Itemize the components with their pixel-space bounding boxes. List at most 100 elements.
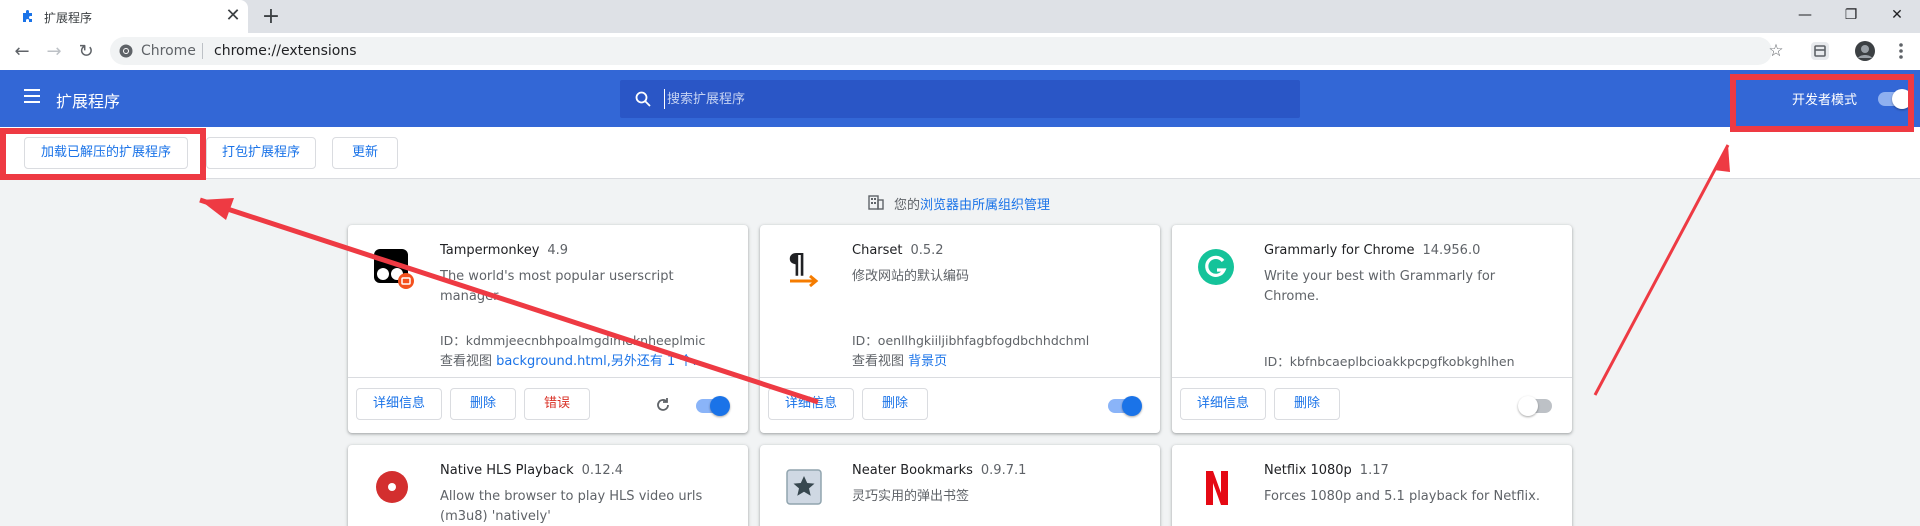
managed-prefix: 您的 [894,198,921,213]
building-icon [868,195,884,210]
search-input[interactable] [664,89,1264,109]
extension-name-text: Grammarly for Chrome [1264,243,1415,258]
extension-name: Grammarly for Chrome 14.956.0 [1264,243,1480,258]
address-bar[interactable]: Chrome chrome://extensions [110,37,1772,65]
extension-card-native-hls: Native HLS Playback 0.12.4 Allow the brow… [348,445,748,526]
more-menu-icon[interactable] [1890,40,1912,62]
search-box[interactable] [620,80,1300,118]
managed-link[interactable]: 浏览器由所属组织管理 [920,198,1050,213]
omnibox-divider [202,43,203,59]
enable-toggle[interactable] [696,396,730,416]
new-tab-button[interactable]: + [259,5,283,29]
inspect-views-link[interactable]: background.html,另外还有 1 个... [496,354,705,369]
puzzle-piece-icon [23,10,32,22]
tab-search-icon[interactable] [1809,40,1831,62]
developer-toolbar: 加载已解压的扩展程序 打包扩展程序 更新 [0,127,1920,179]
minimize-button[interactable]: — [1782,0,1828,30]
enable-toggle[interactable] [1108,396,1142,416]
extension-version: 4.9 [547,243,569,258]
card-footer: 详细信息 删除 [760,377,1160,433]
extension-version: 0.9.7.1 [980,463,1027,478]
bookmark-star-icon [786,469,822,505]
extension-name: Native HLS Playback 0.12.4 [440,463,623,478]
browser-toolbar: ← → ↻ Chrome chrome://extensions ☆ [0,33,1920,70]
tab-strip: 扩展程序 ✕ + — ❐ ✕ [0,0,1920,33]
omnibox-site-label: Chrome [141,43,196,59]
annotation-arrow-line-right [1593,144,1730,396]
page-title: 扩展程序 [56,92,121,111]
extension-id: ID：oenllhgkiiljibhfagbfogdbchhdchml [852,333,1090,348]
extension-version: 0.12.4 [581,463,623,478]
tab-extensions[interactable]: 扩展程序 ✕ [0,0,248,33]
extension-card-grammarly: Grammarly for Chrome 14.956.0 Write your … [1172,225,1572,433]
reload-button[interactable]: ↻ [74,40,98,64]
details-button[interactable]: 详细信息 [768,388,854,420]
tab-close-icon[interactable]: ✕ [224,7,242,25]
tab-title: 扩展程序 [44,11,93,25]
avatar[interactable] [1854,40,1876,62]
extension-card-tampermonkey: Tampermonkey 4.9 The world's most popular… [348,225,748,433]
developer-mode-label: 开发者模式 [1792,93,1858,108]
details-button[interactable]: 详细信息 [1180,388,1266,420]
extension-version: 0.5.2 [910,243,944,258]
extension-name: Netflix 1080p 1.17 [1264,463,1389,478]
developer-mode-toggle[interactable] [1878,89,1912,109]
enable-toggle[interactable] [1518,396,1552,416]
extensions-header: 扩展程序 开发者模式 [0,70,1920,127]
remove-button[interactable]: 删除 [450,388,516,420]
back-button[interactable]: ← [10,40,34,64]
extension-id: ID：kbfnbcaeplbcioakkpcpgfkobkghlhen [1264,354,1515,369]
managed-text: 您的浏览器由所属组织管理 [894,194,1050,213]
extension-version: 1.17 [1359,463,1389,478]
bookmark-star-icon[interactable]: ☆ [1767,42,1785,60]
extension-description: 修改网站的默认编码 [852,269,970,284]
forward-button[interactable]: → [42,40,66,64]
extension-name: Charset 0.5.2 [852,243,944,258]
inspect-views-label: 查看视图 [852,354,909,369]
extension-description: 灵巧实用的弹出书签 [852,489,970,504]
remove-button[interactable]: 删除 [1274,388,1340,420]
extension-name-text: Charset [852,243,903,258]
charset-pilcrow-icon: ¶ [788,247,819,288]
extension-card-neater-bookmarks: Neater Bookmarks 0.9.7.1 灵巧实用的弹出书签 [760,445,1160,526]
extension-name: Neater Bookmarks 0.9.7.1 [852,463,1026,478]
errors-button[interactable]: 错误 [524,388,590,420]
tampermonkey-icon [374,249,414,289]
grammarly-icon [1198,249,1234,285]
extension-id: ID：kdmmjeecnbhpoalmgdimeknheeplmic [440,333,706,348]
chrome-icon [119,44,133,58]
extension-description: Allow the browser to play HLS video urls… [440,489,703,524]
extension-description: Forces 1080p and 5.1 playback for Netfli… [1264,489,1540,504]
extension-card-netflix: Netflix 1080p 1.17 Forces 1080p and 5.1 p… [1172,445,1572,526]
extension-name-text: Neater Bookmarks [852,463,973,478]
annotation-arrow-head-left [200,198,234,220]
extension-name-text: Tampermonkey [440,243,540,258]
netflix-icon [1206,471,1228,505]
inspect-views: 查看视图 背景页 [852,350,947,369]
extension-name: Tampermonkey 4.9 [440,243,568,258]
inspect-views: 查看视图 background.html,另外还有 1 个... [440,350,705,369]
extension-card-charset: ¶ Charset 0.5.2 修改网站的默认编码 ID：oenllhgkiilj… [760,225,1160,433]
native-hls-icon [376,471,408,503]
restore-button[interactable]: ❐ [1828,0,1874,30]
extension-name-text: Netflix 1080p [1264,463,1352,478]
extension-description: Write your best with Grammarly for Chrom… [1264,269,1496,304]
search-icon [635,91,651,107]
reload-extension-icon[interactable] [654,396,672,414]
card-footer: 详细信息 删除 错误 [348,377,748,433]
load-unpacked-button[interactable]: 加载已解压的扩展程序 [24,137,188,169]
pack-extension-button[interactable]: 打包扩展程序 [206,137,316,169]
close-window-button[interactable]: ✕ [1874,0,1920,30]
extension-description: The world's most popular userscript mana… [440,269,674,304]
update-button[interactable]: 更新 [332,137,398,169]
inspect-views-label: 查看视图 [440,354,497,369]
omnibox-url[interactable]: chrome://extensions [214,43,357,59]
extension-version: 14.956.0 [1422,243,1481,258]
extension-name-text: Native HLS Playback [440,463,574,478]
card-footer: 详细信息 删除 [1172,377,1572,433]
inspect-views-link[interactable]: 背景页 [908,354,947,369]
details-button[interactable]: 详细信息 [356,388,442,420]
svg-text:¶: ¶ [788,247,806,280]
hamburger-menu-icon[interactable] [24,89,42,103]
remove-button[interactable]: 删除 [862,388,928,420]
